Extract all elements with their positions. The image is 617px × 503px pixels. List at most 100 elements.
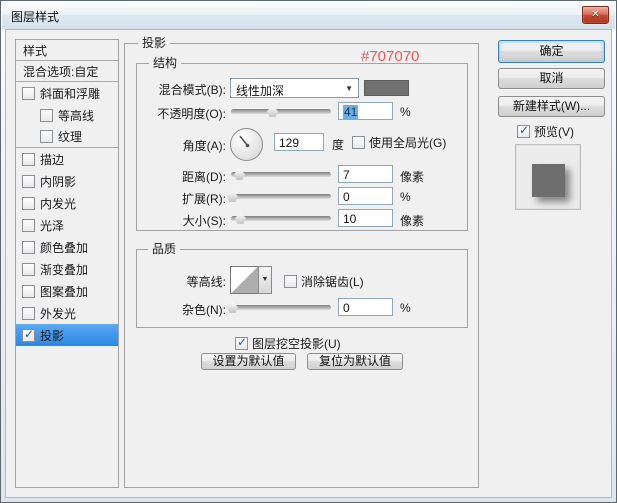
sidebar-item-label: 样式 — [23, 43, 48, 58]
preview-row[interactable]: ✓ 预览(V) — [517, 123, 574, 140]
cancel-button[interactable]: 取消 — [498, 68, 605, 89]
chevron-down-icon: ▼ — [345, 84, 353, 93]
sidebar-item-color-overlay[interactable]: 颜色叠加 — [16, 236, 118, 258]
blend-mode-label: 混合模式(B): — [158, 83, 226, 97]
style-checkbox[interactable] — [22, 174, 35, 188]
sidebar-item-outer-glow[interactable]: 外发光 — [16, 302, 118, 324]
size-unit: 像素 — [400, 214, 425, 228]
opacity-unit: % — [400, 105, 411, 119]
sidebar-item-styles[interactable]: 样式 — [16, 40, 118, 61]
sidebar-item-blending-options[interactable]: 混合选项:自定 — [16, 61, 118, 82]
sidebar-item-inner-shadow[interactable]: 内阴影 — [16, 170, 118, 192]
sidebar-item-inner-glow[interactable]: 内发光 — [16, 192, 118, 214]
noise-slider[interactable] — [227, 302, 331, 313]
title-bar[interactable]: 图层样式 ✕ — [2, 2, 615, 29]
sidebar-item-label: 外发光 — [40, 306, 77, 321]
size-field[interactable]: 10 — [338, 209, 393, 227]
dialog-title: 图层样式 — [11, 10, 60, 24]
sidebar-item-contour[interactable]: 等高线 — [16, 104, 118, 126]
distance-slider[interactable] — [231, 169, 331, 180]
opacity-field[interactable]: 41 — [338, 102, 393, 120]
sidebar-item-stroke[interactable]: 描边 — [16, 148, 118, 170]
sidebar-item-label: 混合选项:自定 — [23, 64, 99, 79]
contour-thumbnail[interactable] — [230, 266, 259, 294]
style-checkbox[interactable] — [22, 218, 35, 232]
style-checkbox[interactable] — [22, 196, 35, 210]
reset-default-button[interactable]: 复位为默认值 — [307, 353, 403, 370]
opacity-slider[interactable] — [231, 106, 331, 117]
sidebar-item-label: 投影 — [40, 328, 65, 343]
style-checkbox[interactable] — [22, 240, 35, 254]
close-button[interactable]: ✕ — [582, 6, 609, 24]
opacity-value: 41 — [343, 105, 359, 119]
knockout-label: 图层挖空投影(U) — [252, 337, 341, 351]
sidebar-item-pattern-overlay[interactable]: 图案叠加 — [16, 280, 118, 302]
style-checkbox[interactable] — [22, 262, 35, 276]
angle-dial[interactable] — [230, 128, 263, 161]
distance-label: 距离(D): — [182, 170, 226, 184]
knockout-checkbox[interactable]: ✓ — [235, 335, 248, 350]
layer-style-dialog: 图层样式 ✕ 样式 混合选项:自定 斜面和浮雕 等高线 纹理 描边 内阴影 内发… — [0, 0, 617, 503]
global-light-checkbox[interactable] — [352, 136, 365, 149]
spread-field[interactable]: 0 — [338, 187, 393, 205]
size-slider[interactable] — [231, 213, 331, 224]
sidebar-item-satin[interactable]: 光泽 — [16, 214, 118, 236]
dialog-body: 样式 混合选项:自定 斜面和浮雕 等高线 纹理 描边 内阴影 内发光 光泽 颜色… — [6, 30, 611, 497]
style-preview — [515, 144, 581, 210]
blend-mode-value: 线性加深 — [236, 84, 285, 98]
preview-shadow-square — [532, 164, 565, 197]
global-light-row[interactable]: 使用全局光(G) — [352, 134, 446, 151]
sidebar-item-label: 纹理 — [58, 130, 83, 144]
style-checkbox[interactable] — [40, 130, 53, 143]
sidebar-item-bevel-emboss[interactable]: 斜面和浮雕 — [16, 82, 118, 104]
style-checkbox[interactable]: ✓ — [22, 327, 35, 342]
angle-unit: 度 — [332, 138, 345, 152]
anti-alias-label: 消除锯齿(L) — [301, 275, 364, 289]
sidebar-item-label: 图案叠加 — [40, 284, 89, 299]
new-style-button[interactable]: 新建样式(W)... — [498, 96, 605, 117]
drop-shadow-group-title: 投影 — [138, 36, 171, 50]
sidebar-item-label: 等高线 — [58, 108, 95, 123]
angle-needle — [239, 135, 250, 148]
style-checkbox[interactable] — [22, 152, 35, 166]
anti-alias-row[interactable]: 消除锯齿(L) — [284, 273, 364, 290]
noise-label: 杂色(N): — [182, 303, 226, 317]
distance-field[interactable]: 7 — [338, 165, 393, 183]
contour-label: 等高线: — [186, 275, 226, 289]
global-light-label: 使用全局光(G) — [369, 136, 447, 150]
spread-label: 扩展(R): — [182, 192, 226, 206]
anti-alias-checkbox[interactable] — [284, 275, 297, 288]
size-label: 大小(S): — [182, 214, 226, 228]
sidebar-item-label: 描边 — [40, 152, 65, 167]
sidebar-list: 样式 混合选项:自定 斜面和浮雕 等高线 纹理 描边 内阴影 内发光 光泽 颜色… — [16, 40, 118, 346]
spread-slider[interactable] — [227, 191, 331, 202]
knockout-row[interactable]: ✓ 图层挖空投影(U) — [235, 335, 341, 352]
sidebar-item-gradient-overlay[interactable]: 渐变叠加 — [16, 258, 118, 280]
noise-value: 0 — [343, 301, 350, 315]
style-checkbox[interactable] — [22, 284, 35, 298]
noise-field[interactable]: 0 — [338, 298, 393, 316]
angle-field[interactable]: 129 — [274, 133, 324, 151]
angle-value: 129 — [279, 136, 300, 150]
style-checkbox[interactable] — [40, 108, 53, 122]
structure-group-title: 结构 — [149, 56, 182, 70]
sidebar-item-label: 颜色叠加 — [40, 240, 89, 255]
preview-checkbox[interactable]: ✓ — [517, 123, 530, 138]
shadow-color-swatch[interactable] — [364, 80, 409, 96]
size-value: 10 — [343, 212, 357, 226]
close-icon: ✕ — [591, 9, 600, 20]
make-default-button[interactable]: 设置为默认值 — [201, 353, 296, 370]
style-checkbox[interactable] — [22, 86, 35, 100]
blend-mode-select[interactable]: 线性加深 ▼ — [230, 78, 359, 98]
sidebar-item-label: 内阴影 — [40, 174, 77, 189]
opacity-label: 不透明度(O): — [157, 107, 226, 121]
sidebar-item-label: 光泽 — [40, 218, 65, 233]
contour-dropdown-button[interactable]: ▼ — [258, 266, 272, 294]
sidebar-item-drop-shadow[interactable]: ✓ 投影 — [16, 324, 118, 346]
distance-value: 7 — [343, 168, 350, 182]
angle-label: 角度(A): — [182, 139, 226, 153]
ok-button[interactable]: 确定 — [498, 40, 605, 63]
sidebar-item-texture[interactable]: 纹理 — [16, 126, 118, 148]
noise-unit: % — [400, 301, 411, 315]
style-checkbox[interactable] — [22, 306, 35, 320]
